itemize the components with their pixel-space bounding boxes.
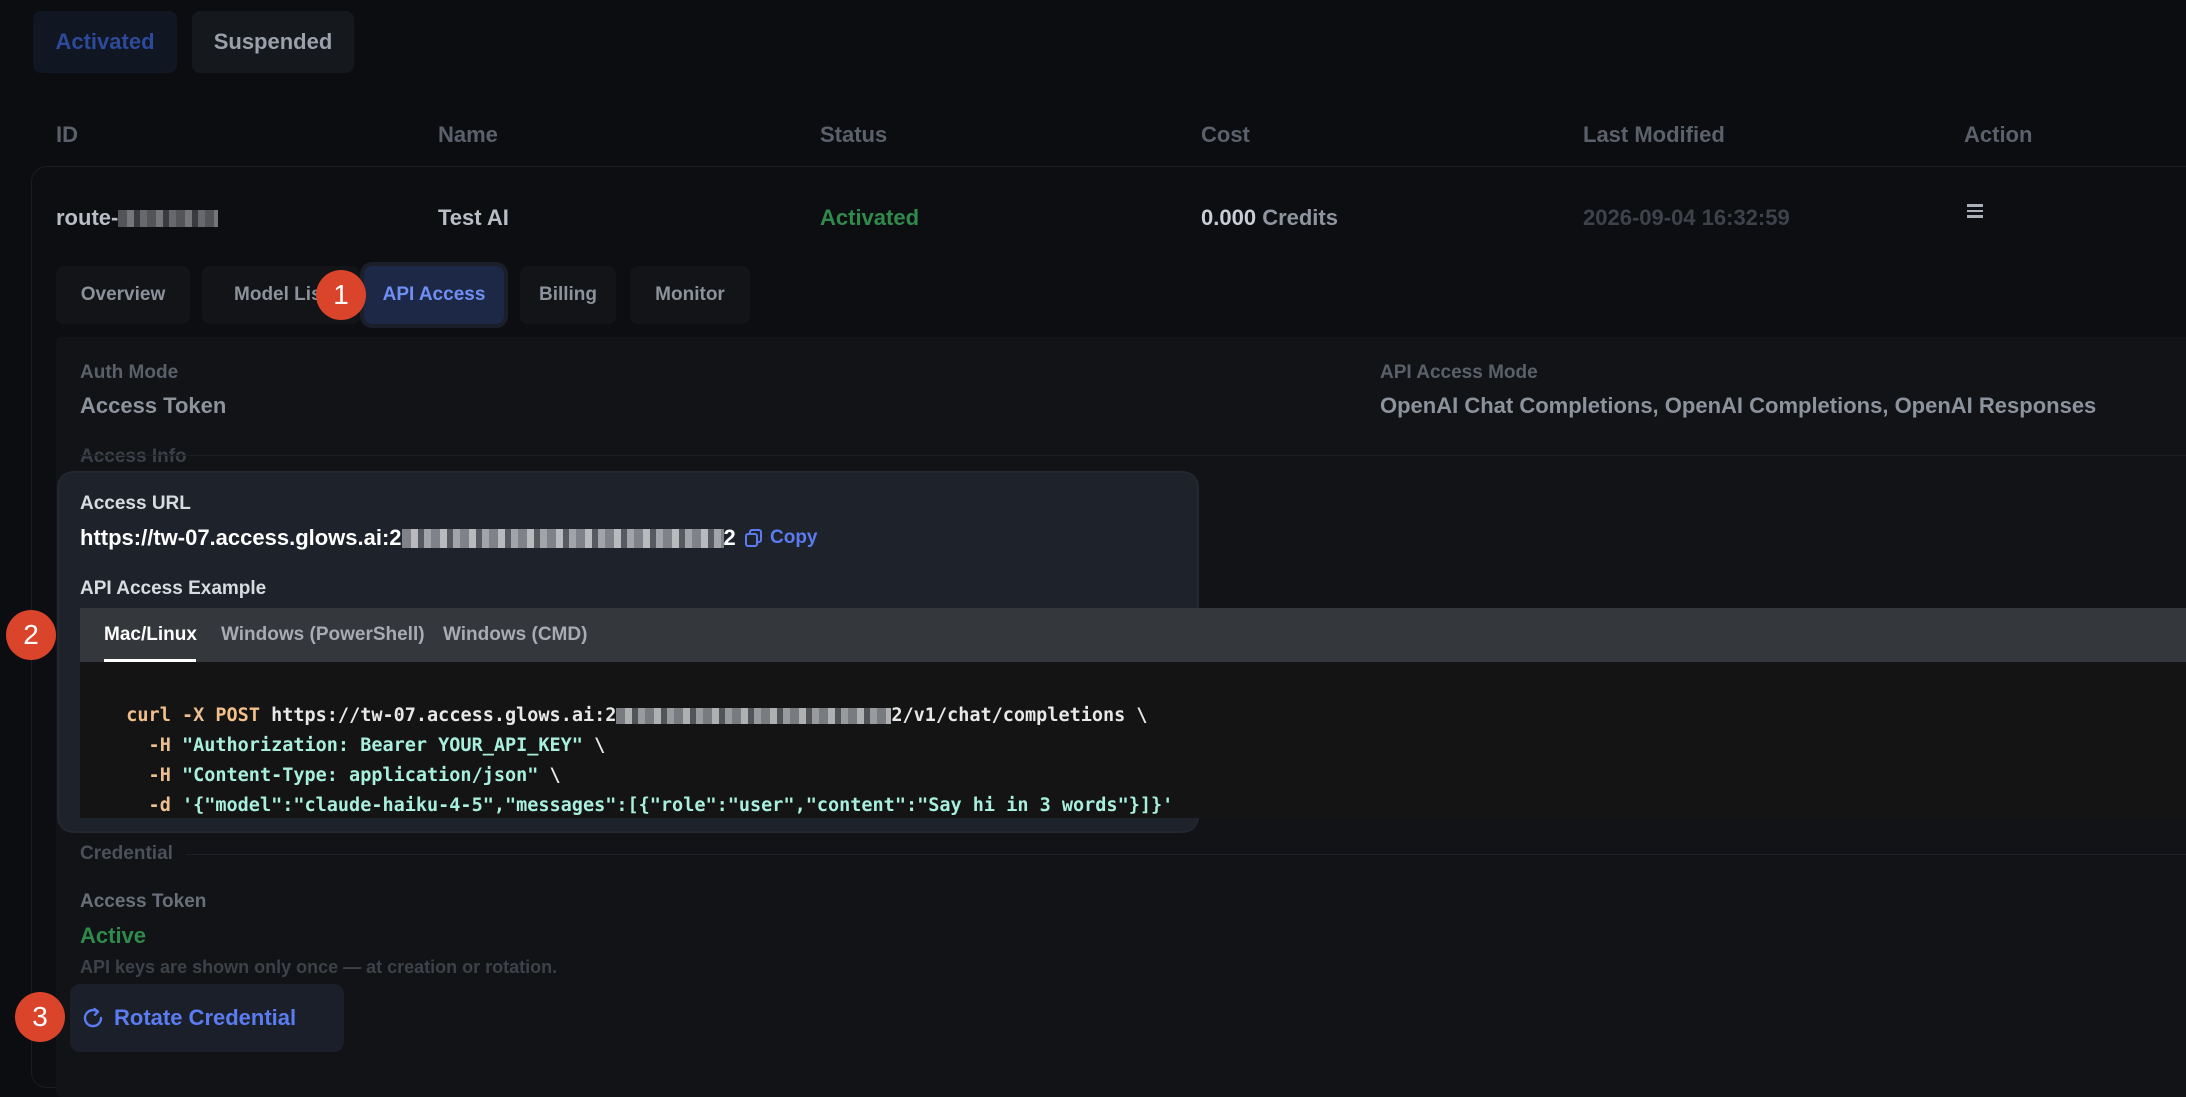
col-header-id: ID [56, 122, 78, 147]
rotate-credential-button[interactable]: Rotate Credential [70, 984, 344, 1052]
credential-note: API keys are shown only once — at creati… [80, 957, 558, 977]
code-tail: \ [582, 735, 606, 756]
row-status: Activated [820, 205, 920, 230]
tab-billing[interactable]: Billing [520, 266, 616, 324]
tab-overview[interactable]: Overview [56, 266, 190, 324]
auth-mode-value: Access Token [80, 393, 227, 418]
tab-suspended[interactable]: Suspended [192, 11, 354, 73]
api-example-label: API Access Example [80, 578, 267, 599]
col-header-action: Action [1964, 122, 2033, 147]
tab-activated[interactable]: Activated [33, 11, 177, 73]
code-tab-cmd[interactable]: Windows (CMD) [443, 624, 587, 646]
col-header-cost: Cost [1201, 122, 1250, 147]
rotate-credential-label: Rotate Credential [114, 1005, 297, 1030]
row-name: Test AI [438, 205, 509, 230]
access-url-suffix: 2 [723, 525, 736, 550]
access-info-label: Access Info [80, 446, 187, 467]
api-mode-label: API Access Mode [1380, 362, 1538, 383]
access-url-label: Access URL [80, 493, 191, 514]
divider [186, 854, 2186, 855]
step-badge-3: 3 [15, 992, 65, 1042]
tab-monitor[interactable]: Monitor [630, 266, 750, 324]
redacted-code-url [616, 708, 892, 724]
api-mode-value: OpenAI Chat Completions, OpenAI Completi… [1380, 393, 2097, 418]
row-id: route- [56, 205, 219, 231]
credential-label: Credential [80, 843, 173, 864]
redacted-id [118, 209, 219, 227]
redacted-url [401, 528, 724, 548]
access-url: https://tw-07.access.glows.ai:2 2 [80, 525, 736, 551]
row-last-modified: 2026-09-04 16:32:59 [1583, 205, 1790, 230]
divider [80, 455, 2186, 456]
tab-api-access[interactable]: API Access [364, 266, 504, 324]
code-url-suffix: 2/v1/chat/completions \ [891, 705, 1148, 726]
row-cost: 0.000 Credits [1201, 205, 1338, 231]
copy-icon [745, 529, 762, 547]
code-string: '{"model":"claude-haiku-4-5","messages":… [181, 795, 1174, 816]
code-tab-mac-linux[interactable]: Mac/Linux [104, 624, 197, 646]
code-flag: -d [126, 795, 182, 816]
step-badge-1: 1 [316, 270, 366, 320]
col-header-last-modified: Last Modified [1583, 122, 1725, 147]
menu-icon[interactable] [1967, 204, 1983, 218]
cost-value: 0.000 [1201, 205, 1257, 230]
copy-button[interactable]: Copy [744, 527, 818, 549]
access-token-label: Access Token [80, 891, 207, 912]
copy-label: Copy [770, 527, 818, 548]
col-header-status: Status [820, 122, 888, 147]
row-id-text: route- [56, 205, 119, 230]
code-tab-powershell[interactable]: Windows (PowerShell) [221, 624, 425, 646]
access-url-prefix: https://tw-07.access.glows.ai:2 [80, 525, 402, 550]
access-token-status: Active [80, 923, 147, 948]
rotate-icon [83, 1007, 103, 1028]
cost-unit: Credits [1262, 205, 1338, 230]
auth-mode-label: Auth Mode [80, 362, 179, 383]
col-header-name: Name [438, 122, 498, 147]
code-line-4: -d '{"model":"claude-haiku-4-5","message… [104, 774, 1174, 816]
step-badge-2: 2 [6, 610, 56, 660]
